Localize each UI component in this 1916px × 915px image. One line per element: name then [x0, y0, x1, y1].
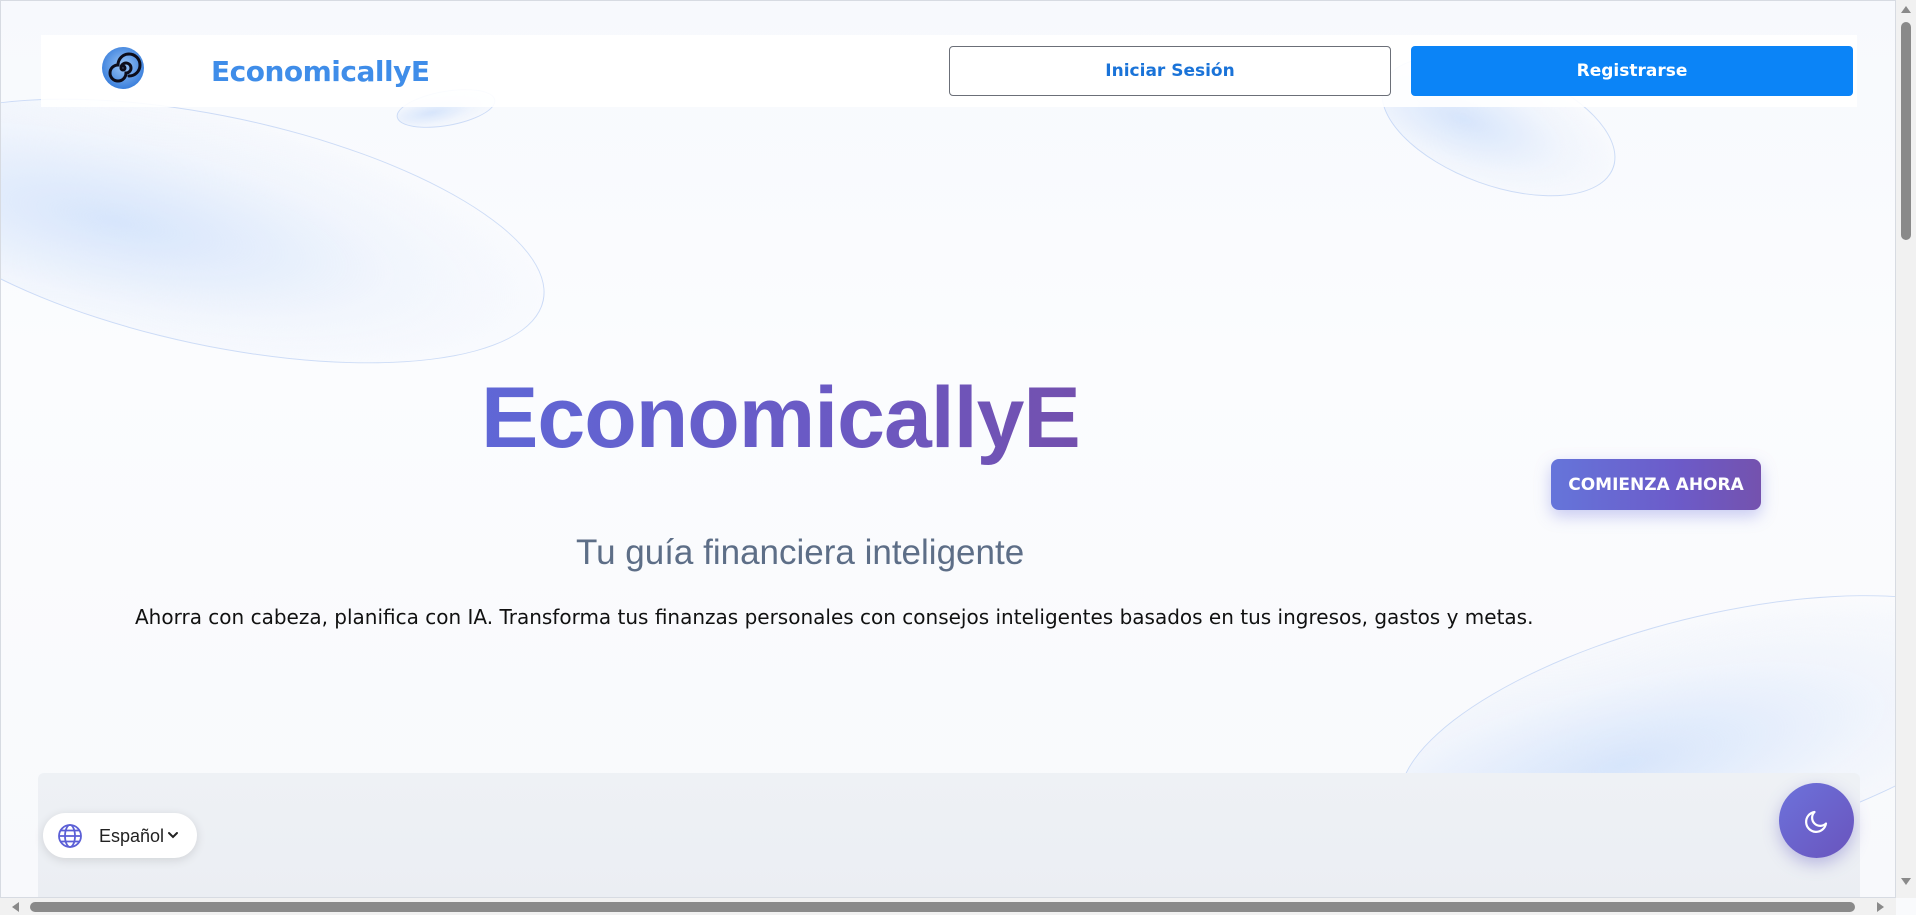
hero-title: EconomicallyE	[481, 370, 1081, 466]
features-section	[38, 773, 1860, 897]
logo-icon[interactable]	[101, 46, 145, 90]
dark-mode-toggle[interactable]	[1779, 783, 1854, 858]
landing-page: EconomicallyE Iniciar Sesión Registrarse…	[0, 0, 1896, 898]
hero-description: Ahorra con cabeza, planifica con IA. Tra…	[135, 605, 1534, 629]
horizontal-scroll-thumb[interactable]	[30, 902, 1855, 912]
scroll-right-arrow-icon[interactable]	[1877, 902, 1884, 912]
vertical-scroll-thumb[interactable]	[1901, 22, 1911, 240]
register-button[interactable]: Registrarse	[1411, 46, 1853, 96]
chevron-down-icon	[166, 828, 180, 842]
language-label: Español	[99, 826, 165, 846]
language-selector[interactable]: Español	[43, 813, 197, 858]
top-navbar: EconomicallyE Iniciar Sesión Registrarse	[41, 35, 1857, 107]
brand-name[interactable]: EconomicallyE	[211, 55, 430, 88]
scroll-up-arrow-icon[interactable]	[1901, 6, 1911, 13]
hero-subtitle: Tu guía financiera inteligente	[576, 533, 1025, 572]
login-button[interactable]: Iniciar Sesión	[949, 46, 1391, 96]
scroll-down-arrow-icon[interactable]	[1901, 878, 1911, 885]
globe-icon	[57, 823, 83, 849]
get-started-button[interactable]: COMIENZA AHORA	[1551, 459, 1761, 510]
scroll-left-arrow-icon[interactable]	[12, 902, 19, 912]
moon-icon	[1803, 807, 1831, 835]
